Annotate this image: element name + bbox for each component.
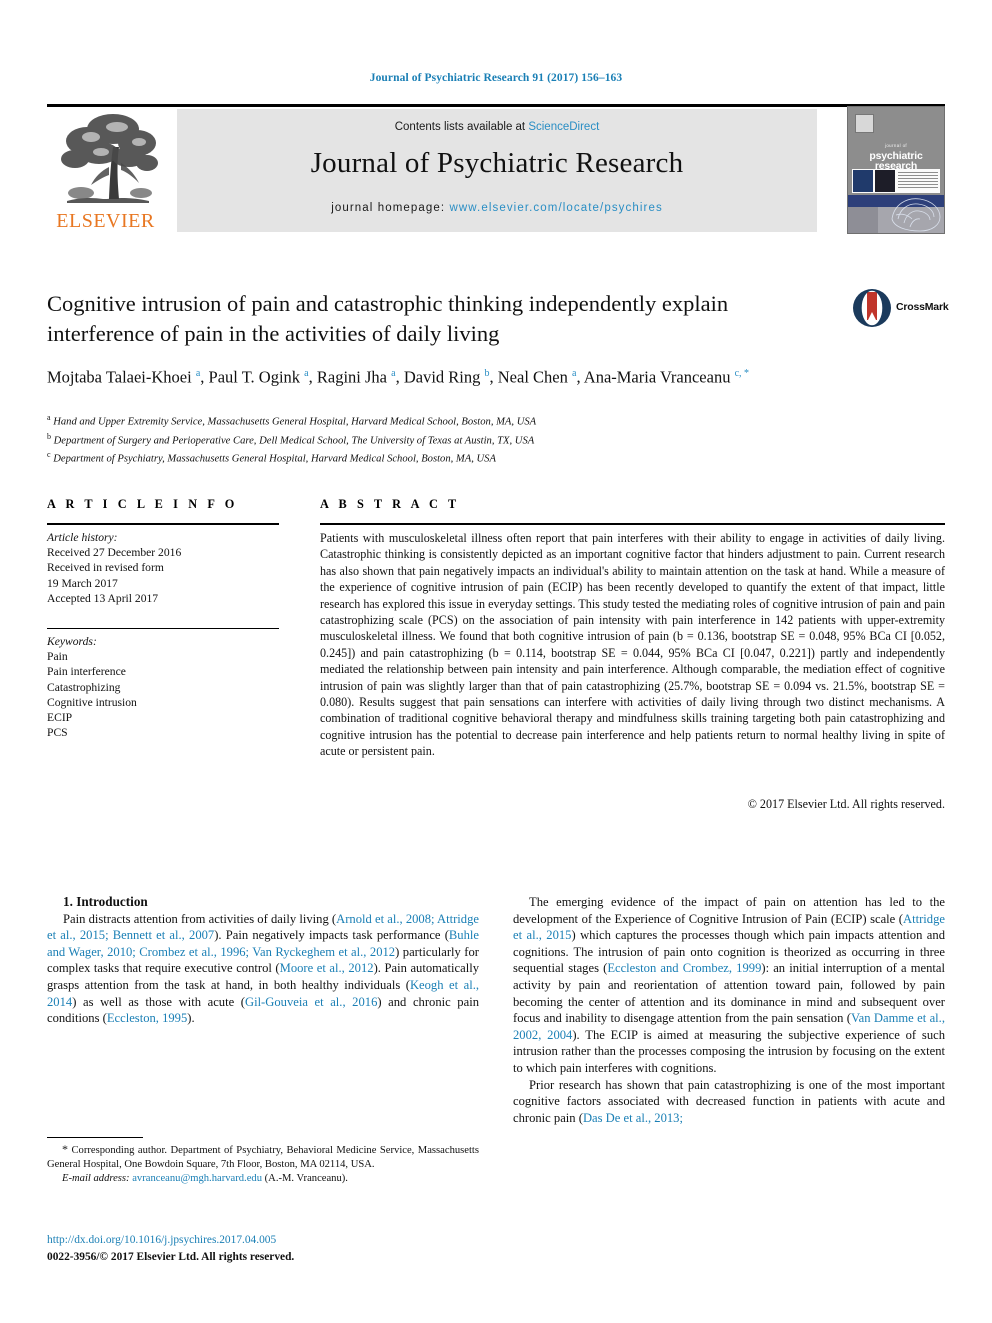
keyword-item: Cognitive intrusion bbox=[47, 695, 137, 709]
crossmark-label: CrossMark bbox=[896, 301, 949, 313]
cover-title-sup: journal of bbox=[884, 143, 908, 148]
body-paragraph: Pain distracts attention from activities… bbox=[47, 911, 479, 1026]
article-history-item: Received in revised form bbox=[47, 561, 164, 575]
journal-masthead: ELSEVIER Contents lists available at Sci… bbox=[47, 104, 945, 234]
running-head: Journal of Psychiatric Research 91 (2017… bbox=[369, 72, 623, 84]
journal-cover-thumbnail: journal of psychiatric research bbox=[847, 106, 945, 234]
article-history-item: Accepted 13 April 2017 bbox=[47, 591, 159, 605]
article-title: Cognitive intrusion of pain and catastro… bbox=[47, 291, 729, 346]
affiliation-item: c Department of Psychiatry, Massachusett… bbox=[47, 450, 496, 465]
homepage-prefix: journal homepage: bbox=[331, 202, 450, 214]
body-paragraph: Prior research has shown that pain catas… bbox=[513, 1077, 945, 1125]
email-label: E-mail address: bbox=[62, 1173, 130, 1184]
article-info-rule bbox=[47, 523, 279, 525]
keywords-rule bbox=[47, 628, 279, 629]
affiliation-item: b Department of Surgery and Perioperativ… bbox=[47, 431, 535, 447]
cover-figure-b bbox=[875, 170, 895, 192]
homepage-url-link[interactable]: www.elsevier.com/locate/psychires bbox=[449, 202, 662, 214]
contents-band: Contents lists available at ScienceDirec… bbox=[177, 109, 817, 232]
footnote-rule bbox=[47, 1137, 143, 1138]
abstract-text: Patients with musculoskeletal illness of… bbox=[320, 530, 945, 760]
body-paragraph: The emerging evidence of the impact of p… bbox=[513, 895, 946, 1075]
elsevier-logo: ELSEVIER bbox=[47, 109, 164, 234]
sciencedirect-link[interactable]: ScienceDirect bbox=[528, 121, 599, 133]
abstract-copyright: © 2017 Elsevier Ltd. All rights reserved… bbox=[747, 797, 945, 811]
body-column-right: The emerging evidence of the impact of p… bbox=[513, 894, 945, 1126]
doi-link[interactable]: http://dx.doi.org/10.1016/j.jpsychires.2… bbox=[47, 1233, 507, 1248]
author-list: Mojtaba Talaei-Khoei a, Paul T. Ogink a,… bbox=[47, 367, 750, 387]
article-page: Journal of Psychiatric Research 91 (2017… bbox=[0, 0, 992, 1323]
article-history-label: Article history: bbox=[47, 531, 118, 544]
article-history-item: Received 27 December 2016 bbox=[47, 546, 182, 560]
contents-prefix: Contents lists available at bbox=[394, 121, 529, 133]
body-column-left: 1. Introduction Pain distracts attention… bbox=[47, 894, 479, 1027]
abstract-heading: A B S T R A C T bbox=[320, 497, 460, 511]
left-column-paragraphs: Pain distracts attention from activities… bbox=[47, 911, 479, 1027]
affiliation-list: a Hand and Upper Extremity Service, Mass… bbox=[47, 411, 807, 467]
article-history-group: Article history: Received 27 December 20… bbox=[47, 530, 279, 606]
cover-lower-dark bbox=[848, 207, 878, 233]
article-info-column: Article history: Received 27 December 20… bbox=[47, 530, 279, 606]
keyword-item: Pain bbox=[47, 650, 68, 664]
keywords-column: Keywords: Pain Pain interference Catastrop… bbox=[47, 634, 279, 740]
cover-title: journal of psychiatric research bbox=[848, 141, 944, 171]
brain-illustration-icon bbox=[891, 198, 941, 232]
keyword-item: PCS bbox=[47, 726, 68, 740]
email-link[interactable]: avranceanu@mgh.harvard.edu bbox=[132, 1173, 262, 1184]
crossmark-icon bbox=[853, 289, 891, 327]
contents-available-line: Contents lists available at ScienceDirec… bbox=[177, 121, 817, 133]
keyword-list: Pain Pain interference Catastrophizing Cogn… bbox=[47, 649, 279, 740]
introduction-heading: 1. Introduction bbox=[63, 894, 148, 909]
keyword-item: Catastrophizing bbox=[47, 680, 121, 694]
cover-caption-lines bbox=[898, 172, 938, 190]
crossmark-badge[interactable]: CrossMark bbox=[852, 288, 949, 332]
email-note: E-mail address: avranceanu@mgh.harvard.e… bbox=[47, 1172, 479, 1186]
masthead-top-rule bbox=[47, 104, 945, 107]
keyword-item: Pain interference bbox=[47, 665, 126, 679]
affiliation-item: a Hand and Upper Extremity Service, Mass… bbox=[47, 413, 537, 428]
issn-copyright-line: 0022-3956/© 2017 Elsevier Ltd. All right… bbox=[47, 1251, 295, 1263]
cover-figure-a bbox=[853, 170, 873, 192]
email-suffix: (A.-M. Vranceanu). bbox=[264, 1173, 348, 1184]
article-history-item: 19 March 2017 bbox=[47, 576, 118, 590]
cover-publisher-logo bbox=[855, 114, 874, 133]
journal-homepage-line: journal homepage: www.elsevier.com/locat… bbox=[177, 202, 817, 214]
article-history-lines: Received 27 December 2016 Received in rev… bbox=[47, 545, 279, 606]
footnote-block: * Corresponding author. Department of Ps… bbox=[47, 1142, 479, 1186]
corresponding-author-note: * Corresponding author. Department of Ps… bbox=[47, 1142, 479, 1170]
keywords-label: Keywords: bbox=[47, 635, 97, 648]
right-column-paragraphs: The emerging evidence of the impact of p… bbox=[513, 894, 945, 1126]
elsevier-wordmark: ELSEVIER bbox=[56, 210, 155, 232]
article-info-heading: A R T I C L E I N F O bbox=[47, 497, 238, 511]
elsevier-tree-icon bbox=[61, 114, 158, 203]
abstract-paragraph: Patients with musculoskeletal illness of… bbox=[320, 531, 945, 759]
cover-figure-panel bbox=[852, 169, 940, 193]
abstract-rule bbox=[320, 523, 945, 525]
keyword-item: ECIP bbox=[47, 711, 73, 725]
journal-title: Journal of Psychiatric Research bbox=[310, 147, 684, 179]
